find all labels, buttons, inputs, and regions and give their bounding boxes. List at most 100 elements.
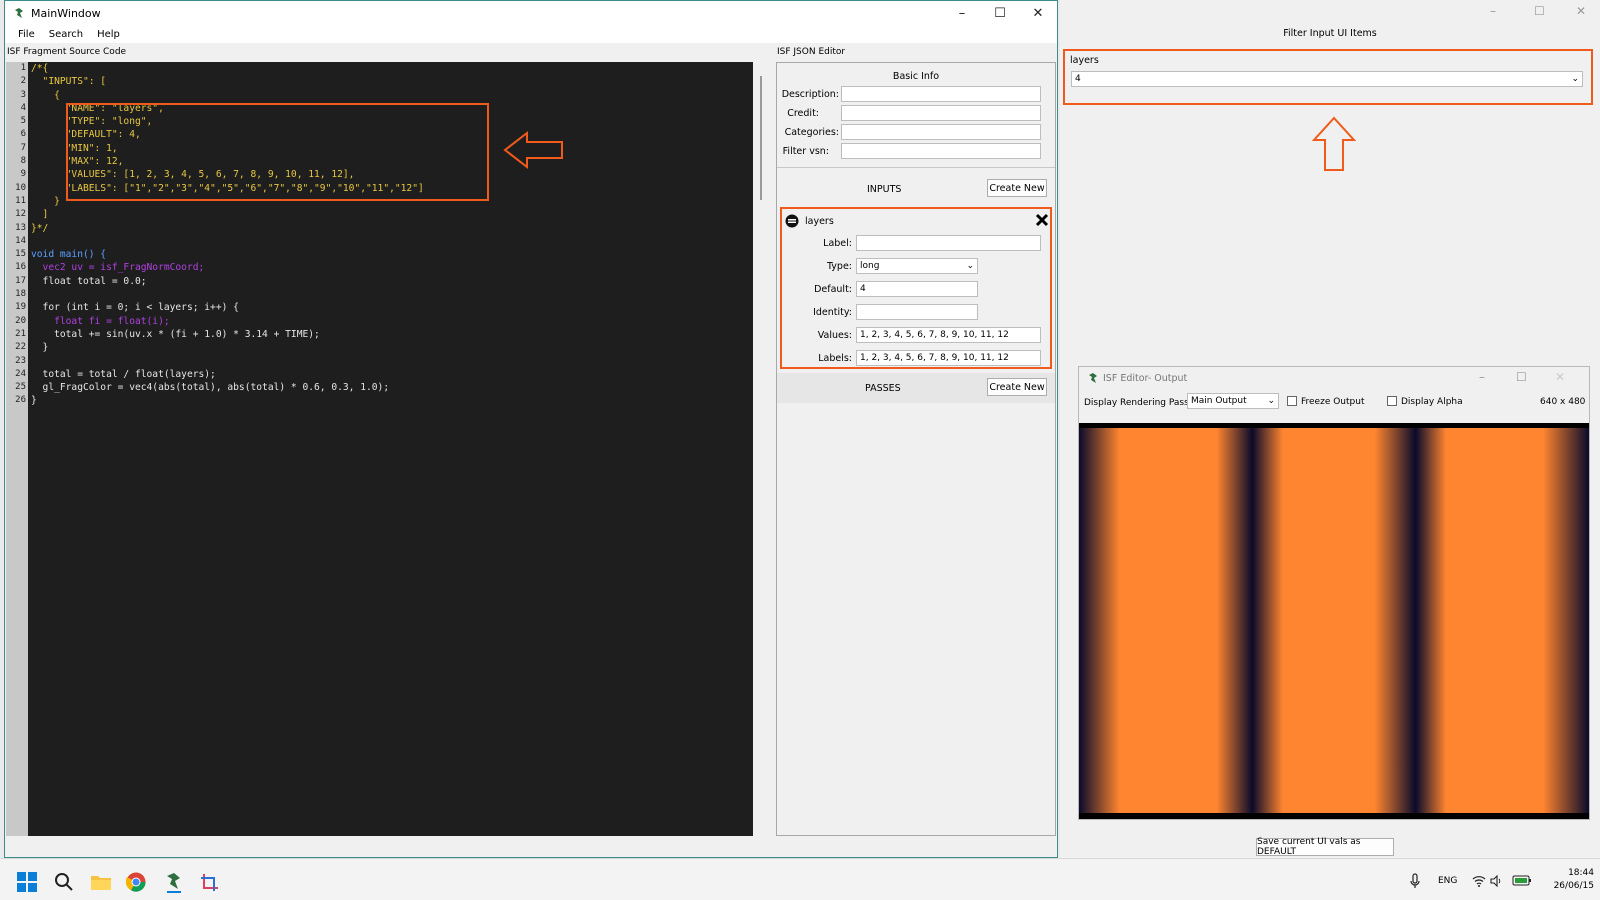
editor-scrollbar[interactable] [753,62,771,836]
filter-value-select[interactable]: 4 ⌄ [1071,71,1583,87]
pass-label: Display Rendering Pass: [1084,398,1192,408]
item-type-select[interactable]: long ⌄ [856,258,978,274]
code-line: } [31,395,37,407]
code-line: /*{ [31,63,49,74]
battery-icon[interactable] [1512,874,1532,886]
filter-vsn-label: Filter vsn: [782,145,829,157]
filter-minimize-icon[interactable]: – [1490,4,1496,18]
output-close-icon[interactable]: ✕ [1555,370,1565,384]
app-icon [13,7,25,19]
clock-time[interactable]: 18:44 [1544,868,1594,878]
editor-scrollbar-thumb[interactable] [760,76,762,200]
item-identity-field[interactable] [856,304,978,320]
search-icon[interactable] [54,872,74,892]
close-icon[interactable]: ✕ [1019,1,1057,25]
item-values-label: Values: [817,329,852,341]
line-number: 7 [20,142,26,153]
menu-file[interactable]: File [11,29,42,40]
line-number: 15 [15,249,26,260]
source-code-label: ISF Fragment Source Code [7,47,127,57]
app-icon [1087,372,1099,384]
line-number: 19 [15,302,26,313]
item-labels-field[interactable]: 1, 2, 3, 4, 5, 6, 7, 8, 9, 10, 11, 12 [856,350,1041,366]
filter-window-title: Filter Input UI Items [1283,28,1377,39]
categories-label: Categories: [784,126,839,138]
menu-help[interactable]: Help [90,29,127,40]
output-maximize-icon[interactable]: ☐ [1516,370,1527,384]
code-line: gl_FragColor = vec4(abs(total), abs(tota… [31,382,390,394]
freeze-checkbox[interactable] [1287,396,1297,406]
filter-titlebar: – ☐ ✕ [1060,0,1600,24]
code-line: ] [31,209,49,221]
inputs-title: INPUTS [867,184,902,195]
description-field[interactable] [841,86,1041,102]
volume-icon[interactable] [1490,875,1502,887]
code-line: } [31,342,49,354]
inputs-create-new-button[interactable]: Create New [987,179,1047,197]
chevron-down-icon: ⌄ [1267,396,1275,406]
windows-start-icon[interactable] [17,872,37,892]
code-line: { [31,89,60,101]
line-number: 5 [20,116,26,127]
maximize-icon[interactable]: ☐ [981,1,1019,25]
pass-value: Main Output [1191,396,1247,406]
alpha-checkbox[interactable] [1387,396,1397,406]
filter-value: 4 [1075,74,1081,84]
output-minimize-icon[interactable]: – [1479,370,1485,384]
microphone-icon[interactable] [1410,873,1420,889]
filter-maximize-icon[interactable]: ☐ [1534,4,1545,18]
freeze-label: Freeze Output [1301,397,1365,407]
item-values-field[interactable]: 1, 2, 3, 4, 5, 6, 7, 8, 9, 10, 11, 12 [856,327,1041,343]
language-indicator[interactable]: ENG [1438,876,1457,886]
line-number: 21 [15,328,26,339]
input-item-card: layers Label: Type: long ⌄ Default: 4 Id… [780,207,1052,369]
line-number: 25 [15,382,26,393]
code-line: total = total / float(layers); [31,368,216,380]
line-number: 6 [20,129,26,140]
code-line: "INPUTS": [ [31,76,107,88]
collapse-icon[interactable] [785,214,799,228]
file-explorer-icon[interactable] [90,872,112,892]
line-number: 14 [15,235,26,246]
chrome-icon[interactable] [126,872,146,892]
item-default-field[interactable]: 4 [856,281,978,297]
chevron-down-icon: ⌄ [1571,74,1579,84]
item-label-label: Label: [823,237,852,249]
line-number: 26 [15,395,26,406]
line-number: 12 [15,209,26,220]
line-number: 22 [15,342,26,353]
divider [777,167,1055,168]
line-number: 2 [20,76,26,87]
pass-select[interactable]: Main Output ⌄ [1187,393,1279,409]
code-line: for (int i = 0; i < layers; i++) { [31,302,239,314]
filter-vsn-field[interactable] [841,143,1041,159]
isf-editor-taskbar-icon[interactable] [164,871,184,893]
delete-input-icon[interactable] [1035,213,1049,227]
taskbar: ENG 18:44 26/06/15 [0,858,1600,900]
credit-field[interactable] [841,105,1041,121]
snipping-tool-icon[interactable] [200,872,222,894]
item-type-label: Type: [826,260,852,272]
save-defaults-button[interactable]: Save current UI vals as DEFAULT [1256,837,1394,857]
filter-annotation-box: layers 4 ⌄ [1063,49,1593,105]
code-line: void main() { [31,249,107,261]
item-label-field[interactable] [856,235,1041,251]
render-output-canvas [1079,423,1589,819]
code-line: vec2 uv = isf_FragNormCoord; [31,262,205,274]
item-labels-label: Labels: [818,352,852,364]
menu-search[interactable]: Search [42,29,90,40]
line-number: 16 [15,262,26,273]
clock-date[interactable]: 26/06/15 [1544,881,1594,891]
wifi-icon[interactable] [1472,875,1486,887]
line-number: 24 [15,368,26,379]
filter-close-icon[interactable]: ✕ [1576,4,1586,18]
line-number: 11 [15,195,26,206]
passes-create-new-button[interactable]: Create New [987,378,1047,396]
filter-input-name: layers [1070,55,1099,66]
code-line: float total = 0.0; [31,275,147,287]
minimize-icon[interactable]: – [943,1,981,25]
categories-field[interactable] [841,124,1041,140]
